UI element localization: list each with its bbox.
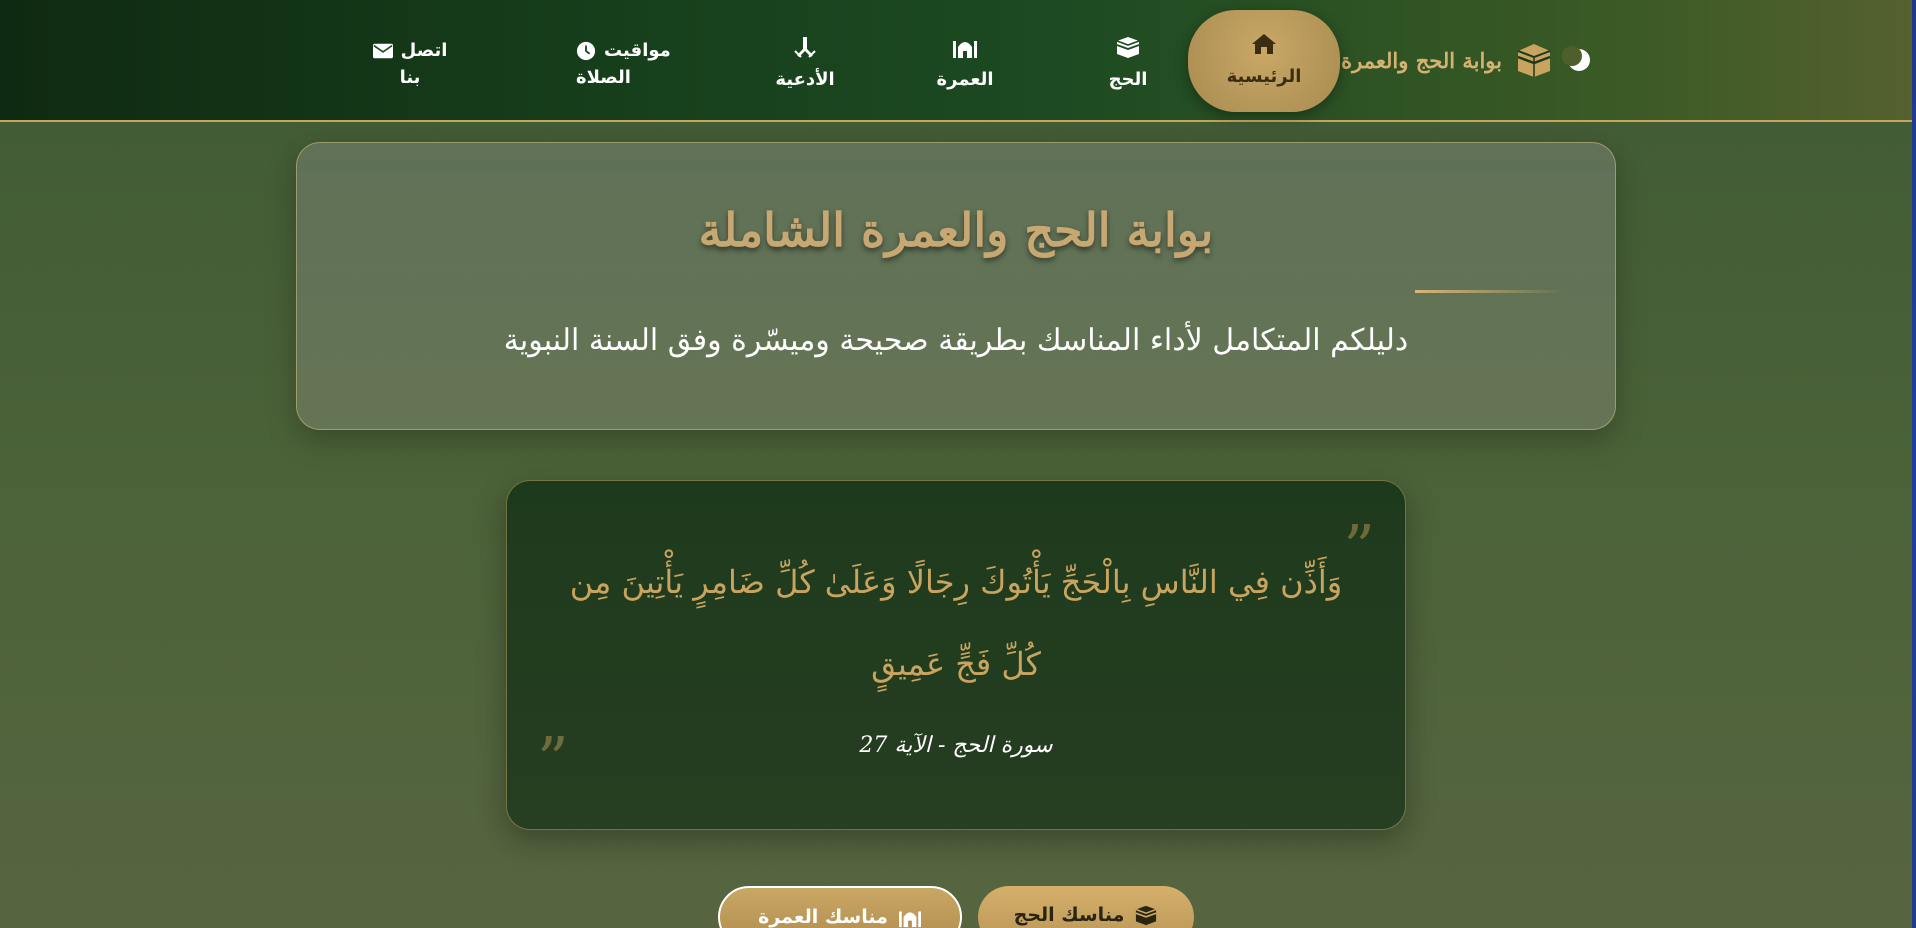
nav-item-contact[interactable]: اتصل بنا xyxy=(368,18,452,110)
hero-subtitle: دليلكم المتكامل لأداء المناسك بطريقة صحي… xyxy=(503,323,1409,358)
home-icon xyxy=(1252,34,1276,55)
brand-name: بوابة الحج والعمرة xyxy=(1341,47,1502,73)
nav-item-umrah[interactable]: العمرة xyxy=(930,18,1000,110)
hajj-rituals-button[interactable]: مناسك الحج xyxy=(978,886,1194,928)
nav-item-label: الحج xyxy=(1108,69,1148,91)
hajj-button-label: مناسك الحج xyxy=(1013,904,1125,926)
nav-item-home[interactable]: الرئيسية xyxy=(1188,10,1340,112)
clock-icon xyxy=(576,41,596,60)
nav-item-label-line2: بنا xyxy=(399,67,421,88)
nav-item-label: الأدعية xyxy=(775,69,835,91)
envelope-icon xyxy=(372,43,393,58)
window-edge xyxy=(1912,0,1916,928)
nav-item-label-line1: مواقيت xyxy=(604,40,671,61)
nav-item-duas[interactable]: الأدعية xyxy=(770,18,840,110)
nav-item-label: الرئيسية xyxy=(1226,66,1302,88)
verse-text: وَأَذِّن فِي النَّاسِ بِالْحَجِّ يَأْتُو… xyxy=(569,563,1343,683)
nav-item-label: العمرة xyxy=(936,69,994,91)
mosque-icon xyxy=(898,911,921,928)
hero-card: بوابة الحج والعمرة الشاملة دليلكم المتكا… xyxy=(296,142,1616,430)
kaaba-icon xyxy=(1116,37,1140,59)
nav-item-label-line1: اتصل xyxy=(400,40,448,61)
mosque-icon xyxy=(953,41,977,59)
nav-item-prayer-times[interactable]: مواقيت الصلاة xyxy=(576,18,676,110)
praying-hands-icon xyxy=(794,37,816,59)
umrah-button-label: مناسك العمرة xyxy=(758,906,888,928)
brand[interactable]: بوابة الحج والعمرة xyxy=(1341,36,1592,84)
umrah-rituals-button[interactable]: مناسك العمرة xyxy=(718,886,962,928)
nav-item-label-line2: الصلاة xyxy=(576,67,631,88)
top-navbar: بوابة الحج والعمرة الرئيسية الحج العمرة xyxy=(0,0,1912,122)
verse-source: سورة الحج - الآية 27 xyxy=(859,733,1053,758)
quote-close-icon: ” xyxy=(537,723,569,796)
title-divider xyxy=(1415,290,1565,293)
kaaba-icon xyxy=(1135,905,1157,926)
hero-title: بوابة الحج والعمرة الشاملة xyxy=(698,203,1214,257)
moon-icon[interactable] xyxy=(1562,46,1592,73)
quran-verse-card: ” وَأَذِّن فِي النَّاسِ بِالْحَجِّ يَأْت… xyxy=(506,480,1406,830)
nav-item-hajj[interactable]: الحج xyxy=(1098,18,1158,110)
kaaba-icon xyxy=(1517,44,1551,77)
